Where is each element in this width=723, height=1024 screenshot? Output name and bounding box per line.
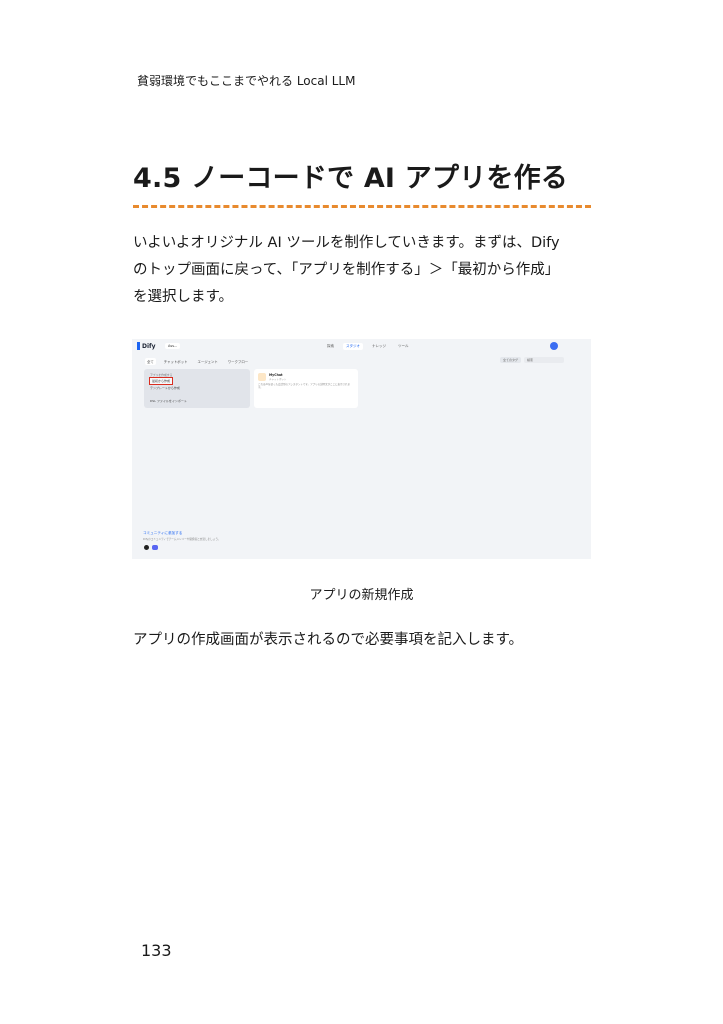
app-type: チャットボット [269,378,287,381]
create-from-template-button[interactable]: テンプレートから作成 [150,386,180,390]
intro-line: を選択します。 [133,289,234,305]
tab-workflow[interactable]: ワークフロー [226,358,250,365]
app-type-tabs: 全て チャットボット エージェント ワークフロー [145,358,250,365]
nav-studio[interactable]: スタジオ [343,343,363,350]
tab-chatbot[interactable]: チャットボット [162,358,190,365]
dify-screenshot: Dify Ass... 探索 スタジオ ナレッジ ツール 全て チャットボット … [132,339,591,559]
app-card[interactable]: MyChat チャットボット これはAIを使った会話型のアシスタントです。アプリ… [254,369,358,408]
nav-tools[interactable]: ツール [395,343,412,350]
dify-nav: 探索 スタジオ ナレッジ ツール [324,343,412,350]
tab-agent[interactable]: エージェント [195,358,219,365]
workspace-selector[interactable]: Ass... [165,343,181,349]
nav-knowledge[interactable]: ナレッジ [369,343,389,350]
after-paragraph: アプリの作成画面が表示されるので必要事項を記入します。 [133,632,524,648]
create-app-card: アプリを作成する 最初から作成 テンプレートから作成 DSL ファイルをインポー… [144,369,250,408]
filter-bar: 全てのタグ 検索 [500,357,565,363]
tag-filter[interactable]: 全てのタグ [500,357,522,363]
nav-explore[interactable]: 探索 [324,343,337,350]
tab-all[interactable]: 全て [145,358,156,365]
create-blank-button[interactable]: 最初から作成 [149,377,174,385]
github-icon[interactable] [144,545,149,550]
community-text: Difyのコミュニティでチームメンバーや開発者と交流しましょう。 [143,538,221,541]
avatar[interactable] [550,342,558,350]
page-number: 133 [141,941,172,960]
figure-caption: アプリの新規作成 [309,588,414,603]
discord-icon[interactable] [152,545,158,550]
intro-line: いよいよオリジナル AI ツールを制作していきます。まずは、Dify [133,235,560,251]
section-title: 4.5 ノーコードで AI アプリを作る [133,163,568,194]
search-input[interactable]: 検索 [524,357,565,363]
dify-logo: Dify [137,342,156,350]
title-underline [133,205,591,208]
intro-line: のトップ画面に戻って、「アプリを制作する」＞「最初から作成」 [133,262,560,278]
dify-topbar: Dify Ass... 探索 スタジオ ナレッジ ツール [132,339,591,355]
dify-logo-icon [137,342,140,350]
running-header: 貧弱環境でもここまでやれる Local LLM [137,74,356,88]
app-description: これはAIを使った会話型のアシスタントです。アプリの説明文がここに表示されます。 [258,383,351,390]
import-dsl-button[interactable]: DSL ファイルをインポート [150,399,187,403]
community-link[interactable]: コミュニティに参加する [143,531,182,536]
intro-paragraph: いよいよオリジナル AI ツールを制作していきます。まずは、Dify のトップ画… [133,230,593,311]
app-icon [258,373,266,381]
